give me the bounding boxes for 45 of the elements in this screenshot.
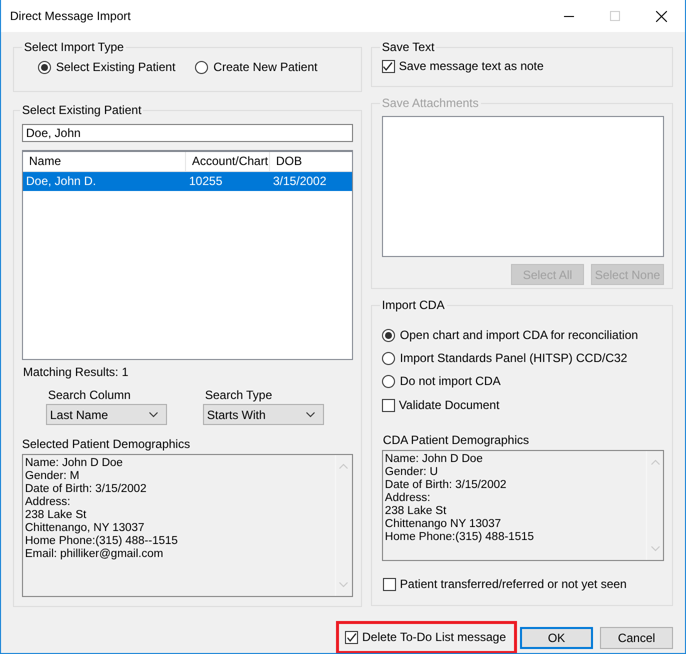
field-label: CDA Patient Demographics <box>382 433 530 447</box>
column-header[interactable]: Name <box>23 152 186 171</box>
radio-button[interactable] <box>382 374 395 388</box>
column-header[interactable]: DOB <box>270 152 350 171</box>
chevron-down-icon <box>149 412 158 418</box>
checkbox[interactable] <box>382 578 396 590</box>
group-label: Import CDA <box>380 298 446 312</box>
radio-label[interactable]: Open chart and import CDA for reconciliation <box>400 328 638 342</box>
attachments-list[interactable] <box>382 116 664 257</box>
checkbox-label[interactable]: Delete To-Do List message <box>362 630 506 644</box>
group-label: Select Import Type <box>23 40 125 54</box>
chevron-down-icon <box>306 412 315 418</box>
checkmark-icon <box>383 62 394 70</box>
dialog-button[interactable]: OK <box>520 626 593 648</box>
column-header[interactable]: Account/Chart <box>186 152 270 171</box>
radio-button[interactable] <box>382 352 395 364</box>
group-label: Save Attachments <box>380 96 480 110</box>
dropdown[interactable]: Starts With <box>203 404 324 425</box>
window-title: Direct Message Import <box>10 9 131 23</box>
patient-row[interactable]: Doe, John D. 10255 3/15/2002 <box>23 172 352 191</box>
checkbox-label[interactable]: Patient transferred/referred or not yet seen <box>400 577 627 591</box>
checkbox[interactable] <box>382 60 395 72</box>
dialog-button[interactable]: Cancel <box>600 626 673 648</box>
radio-label[interactable]: Select Existing Patient <box>56 60 176 74</box>
search-field[interactable]: Doe, John <box>22 124 353 142</box>
field-label: Search Column <box>47 388 132 402</box>
checkmark-icon <box>346 632 357 642</box>
matching-results: Matching Results: 1 <box>22 365 130 379</box>
field-label: Selected Patient Demographics <box>22 437 192 451</box>
checkbox[interactable] <box>382 398 395 412</box>
radio-label[interactable]: Create New Patient <box>213 60 318 74</box>
radio-button[interactable] <box>382 328 395 342</box>
maximize-icon <box>610 11 620 21</box>
field-label: Search Type <box>204 388 274 402</box>
group-label: Save Text <box>380 40 436 54</box>
close-icon[interactable] <box>656 10 667 22</box>
radio-button[interactable] <box>38 60 51 74</box>
checkbox-label[interactable]: Save message text as note <box>398 59 544 73</box>
group-label: Select Existing Patient <box>21 103 142 117</box>
checkbox-label[interactable]: Validate Document <box>398 398 500 412</box>
checkbox[interactable] <box>345 630 358 644</box>
radio-button[interactable] <box>195 60 208 74</box>
radio-label[interactable]: Import Standards Panel (HITSP) CCD/C32 <box>400 351 628 365</box>
radio-label[interactable]: Do not import CDA <box>400 374 501 388</box>
dropdown[interactable]: Last Name <box>46 404 167 425</box>
